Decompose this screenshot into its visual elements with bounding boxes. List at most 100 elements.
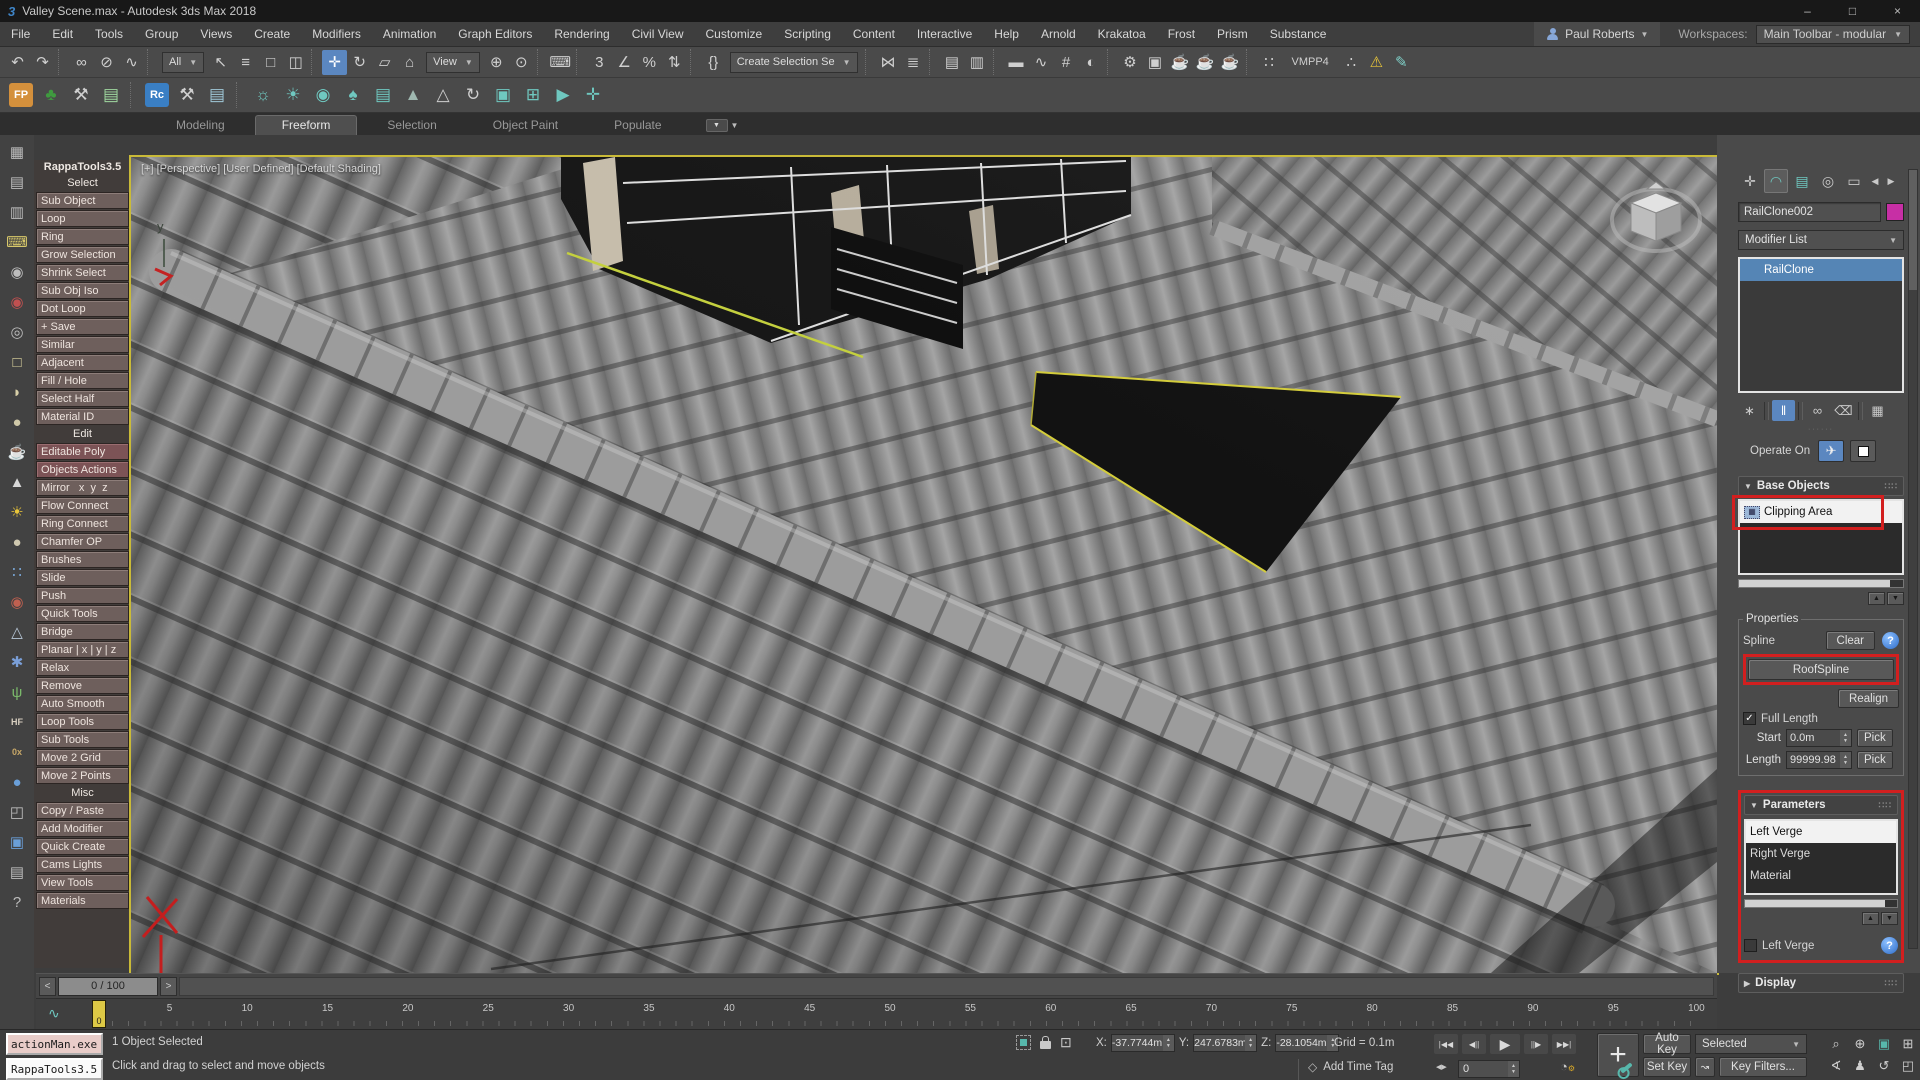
rappatools-auto-smooth[interactable]: Auto Smooth xyxy=(36,695,129,712)
note-icon[interactable]: □ xyxy=(4,351,30,373)
tab-object-paint[interactable]: Object Paint xyxy=(467,116,584,135)
rappatools-sub-object[interactable]: Sub Object xyxy=(36,192,129,209)
forest-list-icon[interactable]: ▤ xyxy=(97,82,125,109)
sphere-icon[interactable]: ● xyxy=(4,411,30,433)
menu-views[interactable]: Views xyxy=(189,22,243,46)
maximize-viewport-button[interactable]: ◰ xyxy=(1896,1055,1920,1077)
show-end-result-icon[interactable]: ‖ xyxy=(1772,400,1795,421)
time-configuration-icon[interactable]: ◔⚙ xyxy=(1560,1059,1575,1074)
auto-key-button[interactable]: Auto Key xyxy=(1643,1034,1691,1054)
window-crossing-icon[interactable]: ◫ xyxy=(283,50,308,75)
taskbar-button-actionman-exe[interactable]: actionMan.exe xyxy=(6,1033,103,1055)
forest-tools-icon[interactable]: ⚒ xyxy=(67,82,95,109)
next-frame-button[interactable]: ||▶ xyxy=(1524,1034,1548,1054)
ball-icon[interactable]: ● xyxy=(4,531,30,553)
snapshot-icon[interactable]: ◰ xyxy=(4,801,30,823)
rappatools-grow-selection[interactable]: Grow Selection xyxy=(36,246,129,263)
display-panel-icon[interactable]: ▦ xyxy=(4,141,30,163)
chevron-down-icon[interactable]: ▼ xyxy=(731,121,739,130)
operate-spline-button[interactable]: ✈ xyxy=(1818,440,1844,462)
schematic-view-icon[interactable]: # xyxy=(1054,50,1079,75)
spinner-arrows-icon[interactable]: ▲▼ xyxy=(1840,730,1851,746)
z-coordinate-field[interactable]: -28.1054m▲▼ xyxy=(1275,1034,1339,1052)
panel-scrollbar[interactable] xyxy=(1908,169,1918,949)
default-in-out-tangents-icon[interactable]: ↝ xyxy=(1695,1057,1715,1077)
remove-modifier-icon[interactable]: ⌫ xyxy=(1832,400,1855,421)
y-coordinate-field[interactable]: 247.6783m▲▼ xyxy=(1193,1034,1257,1052)
rappatools-cams-lights[interactable]: Cams Lights xyxy=(36,856,129,873)
list-arrow-icon[interactable]: ▤ xyxy=(4,861,30,883)
rappatools-view-tools[interactable]: View Tools xyxy=(36,874,129,891)
clear-button[interactable]: Clear xyxy=(1826,631,1875,650)
activeshade-icon[interactable]: ☕ xyxy=(1218,50,1243,75)
forest-pack-icon[interactable]: FP xyxy=(9,83,33,107)
menu-rendering[interactable]: Rendering xyxy=(543,22,620,46)
camera-icon[interactable]: ◉ xyxy=(309,82,337,109)
reference-coordinate-system-dropdown[interactable]: View▼ xyxy=(426,52,480,73)
rappatools-sub-obj-iso[interactable]: Sub Obj Iso xyxy=(36,282,129,299)
scatter-trees-icon[interactable]: ♠ xyxy=(339,82,367,109)
spheres-icon[interactable]: ◉ xyxy=(4,591,30,613)
forest-trees-icon[interactable]: ♣ xyxy=(37,82,65,109)
length-pick-button[interactable]: Pick xyxy=(1857,751,1893,769)
parameter-item-right-verge[interactable]: Right Verge xyxy=(1746,843,1896,865)
rappatools-move-2-grid[interactable]: Move 2 Grid xyxy=(36,749,129,766)
pane-arrow-icon[interactable]: ⊞ xyxy=(519,82,547,109)
base-objects-hscrollbar[interactable] xyxy=(1738,579,1904,588)
bind-to-space-warp-icon[interactable]: ∿ xyxy=(119,50,144,75)
spinner-snap-icon[interactable]: ⇅ xyxy=(662,50,687,75)
menu-file[interactable]: File xyxy=(0,22,41,46)
time-slider-prev-button[interactable]: < xyxy=(39,977,56,996)
go-to-end-button[interactable]: ▶▶| xyxy=(1552,1034,1576,1054)
operate-surface-button[interactable] xyxy=(1850,440,1876,462)
tree-list-icon[interactable]: ▤ xyxy=(369,82,397,109)
rappatools-ring-connect[interactable]: Ring Connect xyxy=(36,515,129,532)
move-up-button[interactable]: ▲ xyxy=(1862,912,1879,925)
bulb-keyboard-icon[interactable]: ⌨ xyxy=(4,231,30,253)
time-slider-handle[interactable]: 0 xyxy=(92,1000,106,1028)
object-name-field[interactable]: RailClone002 xyxy=(1738,202,1881,222)
create-tab[interactable]: ✛ xyxy=(1738,169,1762,193)
make-unique-icon[interactable]: ∞ xyxy=(1806,400,1829,421)
spinner-arrows-icon[interactable]: ▲▼ xyxy=(1840,752,1851,768)
roofspline-button[interactable]: RoofSpline xyxy=(1748,659,1894,680)
time-slider-thumb[interactable]: 0 / 100 xyxy=(58,977,158,996)
named-selection-sets-dropdown[interactable]: Create Selection Se▼ xyxy=(730,52,858,73)
snaps-toggle-icon[interactable]: 3 xyxy=(587,50,612,75)
left-verge-checkbox[interactable] xyxy=(1744,939,1757,952)
light-lister-icon[interactable]: ☼ xyxy=(249,82,277,109)
user-account-menu[interactable]: Paul Roberts ▼ xyxy=(1534,22,1660,46)
time-slider-track[interactable] xyxy=(179,977,1714,996)
base-objects-header[interactable]: ▼ Base Objects ∷∷ xyxy=(1738,476,1904,496)
rappatools-mirror-x-y-z[interactable]: Mirror x y z xyxy=(36,479,129,496)
rappatools-loop[interactable]: Loop xyxy=(36,210,129,227)
keyboard-shortcut-override-icon[interactable]: ⌨ xyxy=(548,50,573,75)
spinner-arrows-icon[interactable]: ▲▼ xyxy=(1508,1061,1519,1077)
spinner-arrows-icon[interactable]: ▲▼ xyxy=(1163,1035,1174,1051)
hierarchy-tab[interactable]: ▤ xyxy=(1790,169,1814,193)
select-and-rotate-icon[interactable]: ↻ xyxy=(347,50,372,75)
material-editor-icon[interactable]: ◐ xyxy=(1079,50,1104,75)
select-and-move-icon[interactable]: ✛ xyxy=(322,50,347,75)
pin-stack-icon[interactable]: ∗ xyxy=(1738,400,1761,421)
record-icon[interactable]: ◉ xyxy=(4,291,30,313)
modifier-list-dropdown[interactable]: Modifier List▼ xyxy=(1738,230,1904,250)
close-button[interactable]: × xyxy=(1875,0,1920,22)
select-and-place-icon[interactable]: ⌂ xyxy=(397,50,422,75)
menu-help[interactable]: Help xyxy=(983,22,1030,46)
flower-icon[interactable]: ✱ xyxy=(4,651,30,673)
move-down-button[interactable]: ▼ xyxy=(1887,592,1904,605)
toggle-ribbon-icon[interactable]: ▬ xyxy=(1004,50,1029,75)
curve-editor-icon[interactable]: ∿ xyxy=(1029,50,1054,75)
full-length-checkbox[interactable]: ✓ xyxy=(1743,712,1756,725)
menu-arnold[interactable]: Arnold xyxy=(1030,22,1087,46)
redo-icon[interactable]: ↷ xyxy=(30,50,55,75)
menu-content[interactable]: Content xyxy=(842,22,906,46)
menu-substance[interactable]: Substance xyxy=(1259,22,1338,46)
render-setup-icon[interactable]: ⚙ xyxy=(1118,50,1143,75)
parameters-header[interactable]: ▼ Parameters ∷∷ xyxy=(1744,795,1898,815)
edit-named-selection-sets-icon[interactable]: {} xyxy=(701,50,726,75)
rappatools-materials[interactable]: Materials xyxy=(36,892,129,909)
menu-create[interactable]: Create xyxy=(243,22,301,46)
dots-icon[interactable]: ∷ xyxy=(4,561,30,583)
